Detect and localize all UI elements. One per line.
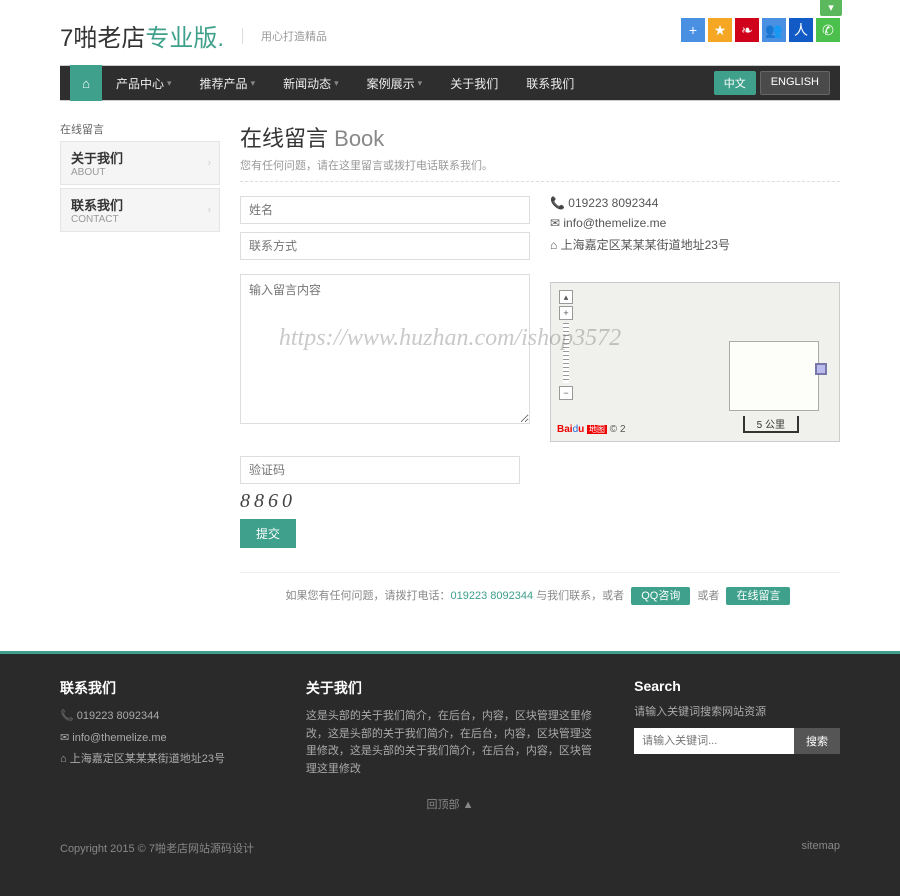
sitemap-link[interactable]: sitemap xyxy=(801,840,840,856)
nav-news[interactable]: 新闻动态▾ xyxy=(269,65,353,101)
nav-about[interactable]: 关于我们 xyxy=(436,65,512,101)
tagline: 用心打造精品 xyxy=(242,28,327,44)
contact-input[interactable] xyxy=(240,232,530,260)
help-line: 如果您有任何问题，请拨打电话：019223 8092344 与我们联系，或者 Q… xyxy=(240,572,840,617)
footer-about: 关于我们 这是头部的关于我们简介，在后台，内容，区块管理这里修改，这是头部的关于… xyxy=(306,678,594,782)
language-switch: 中文 ENGLISH xyxy=(714,71,830,95)
back-to-top[interactable]: 回顶部 ▲ xyxy=(60,796,840,812)
social-icons: + ★ ❧ 👥 人 ✆ xyxy=(681,18,840,42)
map-logo: Baidu 地图 © 2 xyxy=(557,424,626,435)
nav-contact[interactable]: 联系我们 xyxy=(512,65,588,101)
captcha-image[interactable]: 8860 xyxy=(240,490,840,513)
message-button[interactable]: 在线留言 xyxy=(726,587,790,605)
sidebar-item-about[interactable]: 关于我们 ABOUT › xyxy=(60,141,220,185)
sidebar: 在线留言 关于我们 ABOUT › 联系我们 CONTACT › xyxy=(60,121,220,641)
map-zoom-out[interactable]: − xyxy=(559,386,573,400)
footer: 联系我们 📞 019223 8092344 ✉ info@themelize.m… xyxy=(0,651,900,896)
captcha-input[interactable] xyxy=(240,456,520,484)
renren-icon[interactable]: 人 xyxy=(789,18,813,42)
map-zoom-controls: ▴ + − xyxy=(559,289,573,401)
search-input[interactable] xyxy=(634,728,794,754)
content: 在线留言 Book 您有任何问题，请在这里留言或拨打电话联系我们。 📞 0192… xyxy=(240,121,840,641)
name-input[interactable] xyxy=(240,196,530,224)
page-title: 在线留言 Book xyxy=(240,121,840,153)
sidebar-item-contact[interactable]: 联系我们 CONTACT › xyxy=(60,188,220,232)
main-nav: ⌂ 产品中心▾ 推荐产品▾ 新闻动态▾ 案例展示▾ 关于我们 联系我们 中文 E… xyxy=(60,65,840,101)
wechat-icon[interactable]: ✆ xyxy=(816,18,840,42)
qq-button[interactable]: QQ咨询 xyxy=(631,587,690,605)
logo[interactable]: 7啪老店专业版. xyxy=(60,18,224,53)
header: 7啪老店专业版. 用心打造精品 + ★ ❧ 👥 人 ✆ xyxy=(60,0,840,65)
chevron-right-icon: › xyxy=(208,158,211,169)
nav-featured[interactable]: 推荐产品▾ xyxy=(186,65,270,101)
map-scale: 5 公里 xyxy=(743,416,799,433)
map[interactable]: ▴ + − 5 公里 Baidu 地图 © 2 xyxy=(550,282,840,442)
submit-button[interactable]: 提交 xyxy=(240,519,296,548)
lang-cn[interactable]: 中文 xyxy=(714,71,756,95)
address-line: ⌂ 上海嘉定区某某某街道地址23号 xyxy=(550,236,840,253)
map-pan-up[interactable]: ▴ xyxy=(559,290,573,304)
map-zoom-slider[interactable] xyxy=(563,323,569,383)
search-button[interactable]: 搜索 xyxy=(794,728,840,754)
page-subtitle: 您有任何问题，请在这里留言或拨打电话联系我们。 xyxy=(240,157,840,182)
email-line: ✉ info@themelize.me xyxy=(550,216,840,230)
nav-products[interactable]: 产品中心▾ xyxy=(102,65,186,101)
nav-cases[interactable]: 案例展示▾ xyxy=(353,65,437,101)
lang-en[interactable]: ENGLISH xyxy=(760,71,830,95)
sidebar-title: 在线留言 xyxy=(60,121,220,137)
map-zoom-in[interactable]: + xyxy=(559,306,573,320)
message-textarea[interactable] xyxy=(240,274,530,424)
weibo-star-icon[interactable]: ★ xyxy=(708,18,732,42)
copyright: Copyright 2015 © 7啪老店网站源码设计 xyxy=(60,840,254,856)
home-icon[interactable]: ⌂ xyxy=(70,65,102,101)
footer-search: Search 请输入关键词搜索网站资源 搜索 xyxy=(634,678,840,782)
sina-icon[interactable]: ❧ xyxy=(735,18,759,42)
share-icon[interactable]: + xyxy=(681,18,705,42)
chevron-right-icon: › xyxy=(208,205,211,216)
footer-contact: 联系我们 📞 019223 8092344 ✉ info@themelize.m… xyxy=(60,678,266,782)
friend-icon[interactable]: 👥 xyxy=(762,18,786,42)
phone-line: 📞 019223 8092344 xyxy=(550,196,840,210)
